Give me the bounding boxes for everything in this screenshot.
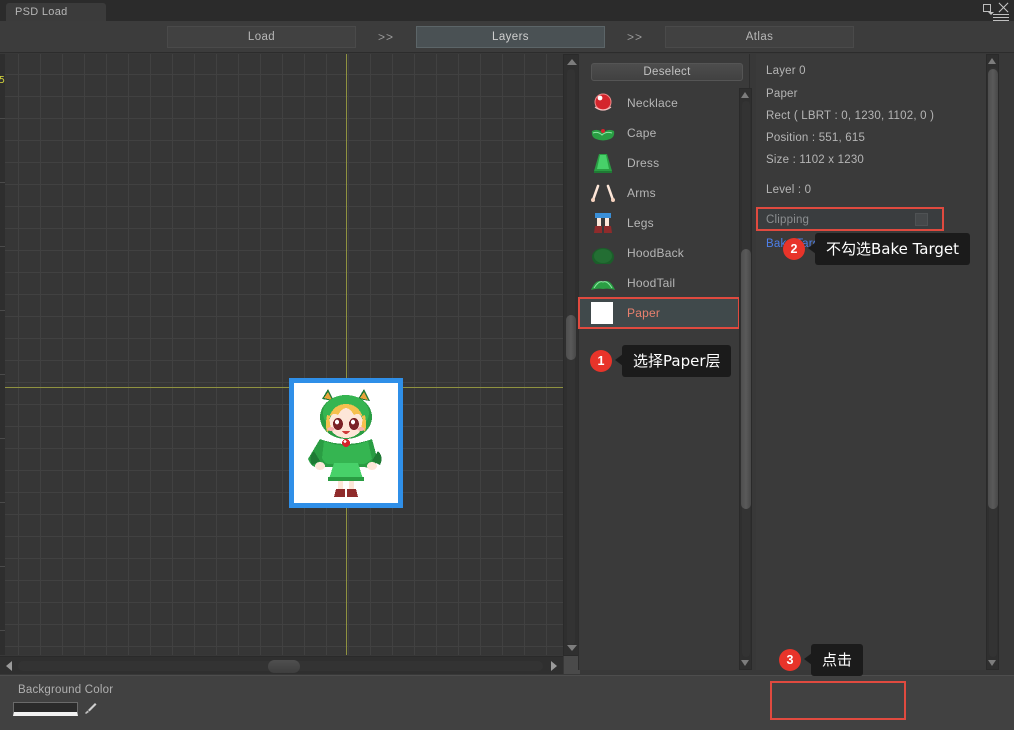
layer-item-legs[interactable]: Legs — [579, 208, 739, 238]
canvas-viewport[interactable] — [0, 54, 563, 655]
scroll-right-arrow-icon[interactable] — [551, 661, 557, 671]
scroll-thumb[interactable] — [741, 249, 751, 509]
layer-item-arms[interactable]: Arms — [579, 178, 739, 208]
step-tab-load[interactable]: Load — [167, 25, 356, 48]
maximize-icon[interactable] — [983, 3, 991, 12]
layer-list: Necklace Cape Dress Arms Legs HoodBack H… — [578, 88, 740, 329]
step-navigation-bar: Load >> Layers >> Atlas — [0, 21, 1014, 53]
hamburger-menu-icon[interactable] — [988, 12, 1009, 21]
canvas-grid — [0, 54, 563, 655]
eyedropper-icon[interactable] — [82, 701, 98, 717]
layer-item-label: Necklace — [627, 96, 678, 110]
selected-artwork-frame[interactable] — [289, 378, 403, 508]
layer-item-hoodback[interactable]: HoodBack — [579, 238, 739, 268]
canvas-horizontal-scrollbar[interactable] — [0, 656, 563, 674]
annotation-badge-1: 1 — [590, 350, 612, 372]
hoodback-thumbnail — [592, 248, 614, 264]
artwork-image — [294, 383, 398, 503]
deselect-button-label: Deselect — [643, 66, 691, 78]
scroll-down-arrow-icon[interactable] — [741, 660, 749, 666]
scroll-down-arrow-icon[interactable] — [988, 660, 996, 666]
prop-size: Size : 1102 x 1230 — [766, 154, 865, 166]
step-separator-2: >> — [626, 29, 643, 44]
layer-properties-panel: Layer 0 Paper Rect ( LBRT : 0, 1230, 110… — [756, 54, 999, 670]
step-tab-atlas[interactable]: Atlas — [665, 25, 854, 48]
scroll-up-arrow-icon[interactable] — [741, 92, 749, 98]
layer-item-label: Cape — [627, 126, 657, 140]
scroll-thumb[interactable] — [268, 660, 300, 673]
psd-load-window: PSD Load Load >> Layers >> Atlas 5 Desel… — [0, 0, 1014, 730]
step-tab-layers-label: Layers — [492, 30, 529, 43]
prop-position: Position : 551, 615 — [766, 132, 866, 144]
step-tab-layers[interactable]: Layers — [416, 25, 605, 48]
prop-layer-index: Layer 0 — [766, 65, 806, 77]
step-tab-load-label: Load — [247, 30, 276, 43]
legs-thumbnail — [594, 213, 612, 233]
step-tab-atlas-label: Atlas — [745, 30, 774, 43]
background-color-label: Background Color — [18, 684, 114, 696]
arms-thumbnail — [591, 184, 615, 202]
dress-thumbnail — [594, 154, 612, 173]
layer-item-label: HoodTail — [627, 276, 676, 290]
cape-thumbnail — [591, 129, 615, 141]
layers-vertical-scrollbar[interactable] — [739, 88, 752, 670]
window-tab-psd-load[interactable]: PSD Load — [6, 3, 106, 21]
layer-item-label: Dress — [627, 156, 660, 170]
canvas-vertical-axis — [346, 54, 347, 655]
bake-target-highlight — [756, 207, 944, 231]
scroll-thumb[interactable] — [566, 315, 576, 360]
annotation-badge-2: 2 — [783, 238, 805, 260]
prop-level: Level : 0 — [766, 184, 812, 196]
layer-item-dress[interactable]: Dress — [579, 148, 739, 178]
annotation-tooltip-1: 选择Paper层 — [614, 345, 732, 377]
layer-item-hoodtail[interactable]: HoodTail — [579, 268, 739, 298]
layer-item-necklace[interactable]: Necklace — [579, 88, 739, 118]
scroll-down-arrow-icon[interactable] — [567, 645, 577, 651]
scroll-up-arrow-icon[interactable] — [988, 58, 996, 64]
layer-item-cape[interactable]: Cape — [579, 118, 739, 148]
title-bar: PSD Load — [0, 0, 1014, 21]
scroll-left-arrow-icon[interactable] — [6, 661, 12, 671]
hoodtail-thumbnail — [591, 281, 615, 290]
annotation-tooltip-3: 点击 — [803, 644, 864, 676]
prop-layer-name: Paper — [766, 88, 798, 100]
layer-item-label: Paper — [627, 306, 661, 320]
prop-rect: Rect ( LBRT : 0, 1230, 1102, 0 ) — [766, 110, 935, 122]
background-color-swatch[interactable] — [13, 702, 78, 716]
layer-item-label: Legs — [627, 216, 654, 230]
layer-item-label: Arms — [627, 186, 656, 200]
properties-vertical-scrollbar[interactable] — [986, 54, 999, 670]
scroll-up-arrow-icon[interactable] — [567, 59, 577, 65]
layer-item-label: HoodBack — [627, 246, 684, 260]
paper-thumbnail — [591, 302, 613, 324]
deselect-button[interactable]: Deselect — [591, 63, 743, 81]
step-separator-1: >> — [377, 29, 394, 44]
canvas-left-ruler — [0, 54, 5, 655]
annotation-badge-3: 3 — [779, 649, 801, 671]
scroll-thumb[interactable] — [988, 69, 998, 509]
next-button-highlight — [770, 681, 906, 720]
layer-item-paper[interactable]: Paper — [578, 297, 740, 329]
necklace-thumbnail — [594, 93, 612, 111]
annotation-tooltip-2: 不勾选Bake Target — [807, 233, 971, 265]
window-tab-label: PSD Load — [15, 6, 68, 18]
ruler-tick-label: 5 — [0, 75, 6, 86]
canvas-horizontal-axis — [0, 387, 563, 388]
